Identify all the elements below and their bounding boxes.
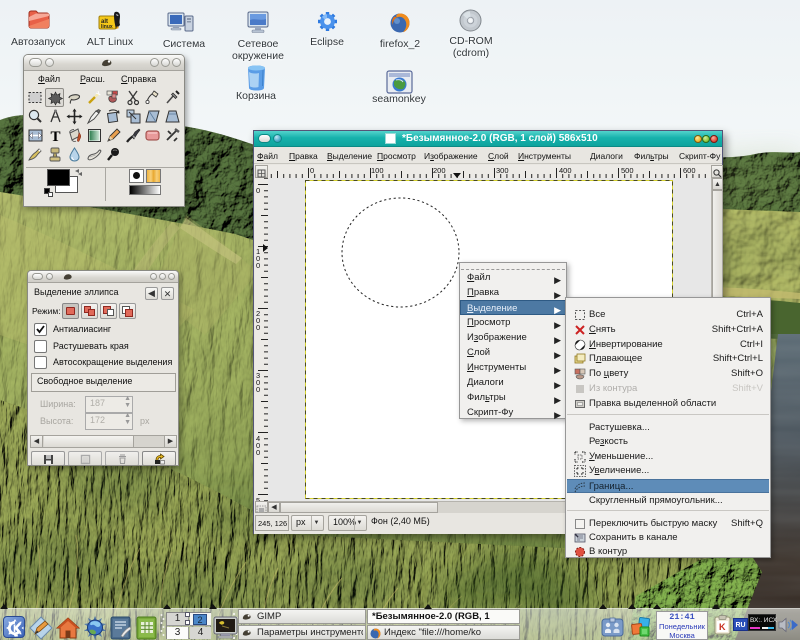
svg-text:200: 200 xyxy=(433,166,446,175)
svg-text:0: 0 xyxy=(256,186,260,195)
svg-text:0: 0 xyxy=(310,166,314,175)
svg-text:500: 500 xyxy=(621,166,634,175)
svg-text:K: K xyxy=(719,622,726,632)
svg-text:0: 0 xyxy=(256,261,260,270)
svg-text:K: K xyxy=(13,623,21,635)
svg-text:0: 0 xyxy=(256,323,260,332)
svg-text:100: 100 xyxy=(371,166,384,175)
svg-text:400: 400 xyxy=(559,166,572,175)
svg-text:linux: linux xyxy=(101,24,113,30)
svg-text:0: 0 xyxy=(256,385,260,394)
svg-text:600: 600 xyxy=(683,166,696,175)
svg-text:0: 0 xyxy=(256,448,260,457)
svg-text:300: 300 xyxy=(496,166,509,175)
svg-text:T: T xyxy=(50,129,60,144)
